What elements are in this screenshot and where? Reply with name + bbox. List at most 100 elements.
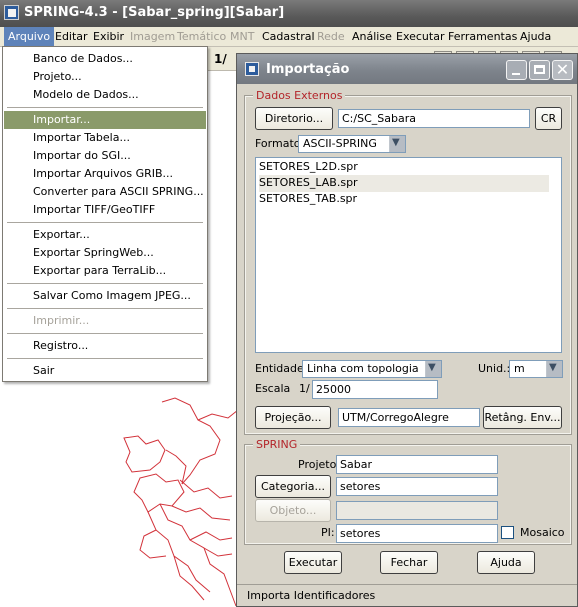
objeto-button[interactable]: Objeto... <box>255 499 331 522</box>
list-item[interactable]: SETORES_TAB.spr <box>259 191 549 208</box>
menu-item-registro[interactable]: Registro... <box>4 337 206 355</box>
retang-env-button[interactable]: Retâng. Env... <box>483 406 562 429</box>
menu-item-importar[interactable]: Importar... <box>4 111 206 129</box>
menu-item-exportar[interactable]: Exportar... <box>4 226 206 244</box>
menu-item-importar-tiff[interactable]: Importar TIFF/GeoTIFF <box>4 201 206 219</box>
menu-item-modelo-de-dados[interactable]: Modelo de Dados... <box>4 86 206 104</box>
chevron-down-icon[interactable]: ▼ <box>546 361 562 377</box>
menu-item-imprimir[interactable]: Imprimir... <box>4 312 206 330</box>
minimize-button[interactable] <box>506 60 527 80</box>
mosaico-label: Mosaico <box>520 526 565 539</box>
escala-prefix: 1/ <box>299 382 310 395</box>
dialog-app-icon <box>245 62 259 76</box>
minimize-icon <box>512 73 520 75</box>
close-icon: ✕ <box>555 60 570 79</box>
objeto-field[interactable] <box>336 501 498 520</box>
menu-item-exportar-springweb[interactable]: Exportar SpringWeb... <box>4 244 206 262</box>
close-button[interactable]: ✕ <box>552 60 573 80</box>
menu-ajuda[interactable]: Ajuda <box>520 30 551 43</box>
menu-ferramentas[interactable]: Ferramentas <box>448 30 517 43</box>
spring-app-icon <box>4 5 19 20</box>
map-line <box>203 547 233 557</box>
chevron-down-icon[interactable]: ▼ <box>389 136 405 152</box>
menu-editar[interactable]: Editar <box>55 30 88 43</box>
map-line <box>173 555 205 601</box>
main-title-bar: SPRING-4.3 - [Sabar_spring][Sabar] <box>0 0 578 27</box>
entidade-select[interactable]: Linha com topologia ▼ <box>302 360 442 378</box>
maximize-button[interactable] <box>529 60 550 80</box>
menu-imagem[interactable]: Imagem <box>130 30 175 43</box>
ajuda-button[interactable]: Ajuda <box>477 551 535 574</box>
menu-separator <box>7 358 203 359</box>
escala-field[interactable]: 25000 <box>312 380 438 399</box>
menu-separator <box>7 308 203 309</box>
categoria-field[interactable]: setores <box>336 477 498 496</box>
executar-button[interactable]: Executar <box>284 551 342 574</box>
menu-item-converter-ascii[interactable]: Converter para ASCII SPRING... <box>4 183 206 201</box>
menu-mnt[interactable]: MNT <box>230 30 254 43</box>
escala-label: Escala <box>255 382 291 395</box>
menu-item-projeto[interactable]: Projeto... <box>4 68 206 86</box>
entidade-value: Linha com topologia <box>307 362 419 375</box>
spring-label: SPRING <box>253 438 301 451</box>
projeto-field[interactable]: Sabar <box>336 455 498 474</box>
unid-label: Unid.: <box>478 362 511 375</box>
diretorio-button[interactable]: Diretorio... <box>255 107 333 130</box>
file-list[interactable]: SETORES_L2D.spr SETORES_LAB.spr SETORES_… <box>255 157 562 353</box>
menu-cadastral[interactable]: Cadastral <box>262 30 315 43</box>
menu-item-importar-tabela[interactable]: Importar Tabela... <box>4 129 206 147</box>
map-line <box>133 473 185 513</box>
map-line <box>171 505 231 521</box>
path-field[interactable]: C:/SC_Sabara <box>338 109 530 128</box>
list-item[interactable]: SETORES_L2D.spr <box>259 159 549 176</box>
menu-item-importar-do-sgi[interactable]: Importar do SGI... <box>4 147 206 165</box>
map-vector-lines <box>123 397 239 607</box>
chevron-down-icon[interactable]: ▼ <box>425 361 441 377</box>
importacao-dialog: Importação ✕ Dados Externos Diretorio...… <box>236 53 578 607</box>
dialog-title: Importação <box>266 62 350 77</box>
formato-select[interactable]: ASCII-SPRING ▼ <box>298 135 406 153</box>
menu-separator <box>7 222 203 223</box>
dialog-title-bar[interactable]: Importação ✕ <box>237 54 577 84</box>
projecao-button[interactable]: Projeção... <box>255 406 331 429</box>
menu-separator <box>7 107 203 108</box>
menu-arquivo[interactable]: Arquivo <box>4 27 55 46</box>
formato-label: Formato: <box>255 137 305 150</box>
menu-analise[interactable]: Análise <box>352 30 392 43</box>
menu-item-sair[interactable]: Sair <box>4 362 206 380</box>
status-text: Importa Identificadores <box>247 589 376 602</box>
map-line <box>139 529 167 559</box>
arquivo-dropdown-menu: Banco de Dados... Projeto... Modelo de D… <box>2 46 208 382</box>
scale-prefix: 1/ <box>214 52 227 66</box>
menu-separator <box>7 283 203 284</box>
menu-tematico[interactable]: Temático <box>177 30 226 43</box>
main-window-title: SPRING-4.3 - [Sabar_spring][Sabar] <box>24 5 285 20</box>
map-line <box>147 511 211 593</box>
map-line <box>123 435 166 473</box>
menu-item-importar-grib[interactable]: Importar Arquivos GRIB... <box>4 165 206 183</box>
menu-executar[interactable]: Executar <box>396 30 445 43</box>
cr-button[interactable]: CR <box>535 107 562 130</box>
pi-label: PI: <box>321 526 335 539</box>
menu-exibir[interactable]: Exibir <box>93 30 124 43</box>
map-line <box>179 479 233 499</box>
projeto-label: Projeto: <box>298 458 341 471</box>
map-line <box>189 531 233 541</box>
menu-item-salvar-jpeg[interactable]: Salvar Como Imagem JPEG... <box>4 287 206 305</box>
pi-field[interactable]: setores <box>336 524 498 543</box>
map-line <box>197 409 239 421</box>
projecao-field[interactable]: UTM/CorregoAlegre <box>338 408 480 427</box>
menu-rede[interactable]: Rede <box>317 30 345 43</box>
menu-item-exportar-terralib[interactable]: Exportar para TerraLib... <box>4 262 206 280</box>
menu-item-banco-de-dados[interactable]: Banco de Dados... <box>4 50 206 68</box>
dados-externos-label: Dados Externos <box>253 89 346 102</box>
menubar: Arquivo Editar Exibir Imagem Temático MN… <box>0 27 578 47</box>
fechar-button[interactable]: Fechar <box>380 551 438 574</box>
maximize-icon <box>534 65 545 74</box>
status-bar: Importa Identificadores <box>237 584 577 606</box>
list-item[interactable]: SETORES_LAB.spr <box>259 175 549 192</box>
unid-select[interactable]: m ▼ <box>509 360 563 378</box>
categoria-button[interactable]: Categoria... <box>255 475 331 498</box>
map-line <box>165 449 187 485</box>
mosaico-checkbox[interactable] <box>501 526 514 539</box>
